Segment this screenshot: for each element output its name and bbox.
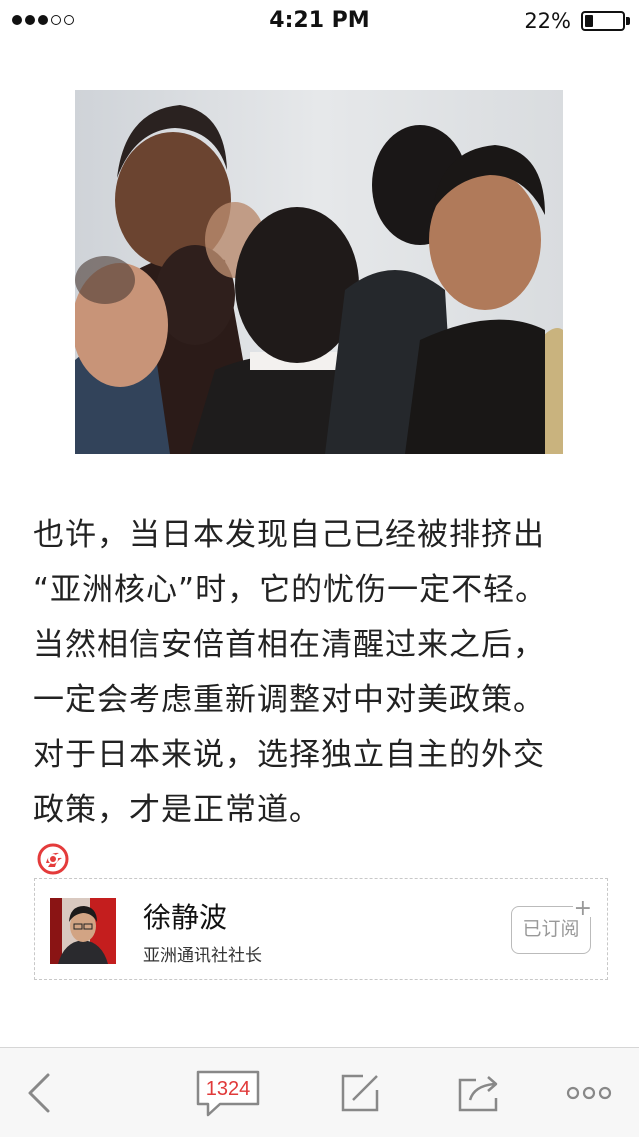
author-name[interactable]: 徐静波 <box>143 896 227 936</box>
battery-nub <box>626 17 630 25</box>
more-button[interactable] <box>562 1048 616 1137</box>
compose-button[interactable] <box>336 1048 384 1137</box>
article-line: 也许，当日本发现自己已经被排挤出 <box>33 517 545 553</box>
article-body: 也许，当日本发现自己已经被排挤出 “亚洲核心”时，它的忧伤一定不轻。 当然相信安… <box>33 508 613 893</box>
article-last-line: 政策，才是正常道。 <box>33 783 613 893</box>
battery-percent: 22% <box>524 9 571 33</box>
comments-button[interactable]: 1324 <box>190 1048 266 1137</box>
chevron-left-icon <box>28 1073 50 1112</box>
author-title: 亚洲通讯社社长 <box>143 946 262 966</box>
comment-count: 1324 <box>205 1077 251 1100</box>
article-line: 当然相信安倍首相在清醒过来之后， <box>33 627 545 663</box>
article-line: 政策，才是正常道。 <box>33 792 321 828</box>
news-photo[interactable] <box>75 90 563 454</box>
author-card[interactable]: 徐静波 亚洲通讯社社长 已订阅 + <box>34 878 608 980</box>
share-button[interactable] <box>454 1048 506 1137</box>
article-line: “亚洲核心”时，它的忧伤一定不轻。 <box>33 572 548 608</box>
more-dots-icon <box>566 1086 612 1099</box>
subscribe-plus-icon: + <box>572 896 593 921</box>
compose-icon <box>341 1074 379 1111</box>
author-avatar[interactable] <box>50 898 116 964</box>
battery-icon <box>581 11 625 31</box>
article-line: 对于日本来说，选择独立自主的外交 <box>33 737 545 773</box>
article-line: 一定会考虑重新调整对中对美政策。 <box>33 682 545 718</box>
bottom-toolbar: 1324 <box>0 1047 639 1137</box>
status-bar: 4:21 PM 22% <box>0 0 639 42</box>
battery-level <box>585 15 593 27</box>
news-photo-image <box>75 90 563 454</box>
back-button[interactable] <box>14 1048 64 1137</box>
share-icon <box>458 1075 498 1111</box>
